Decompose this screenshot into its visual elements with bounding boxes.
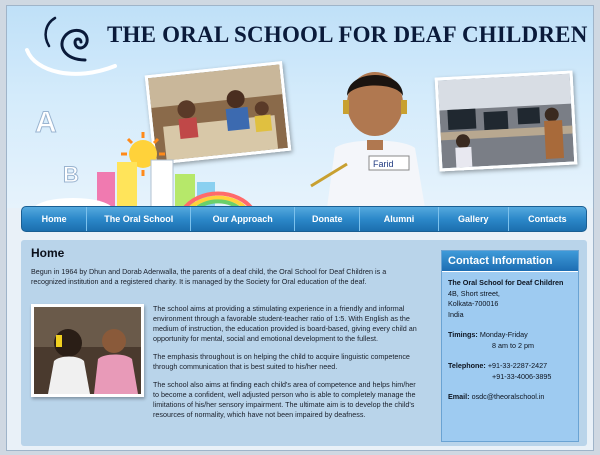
teacher-student-photo (31, 304, 144, 397)
svg-text:B: B (63, 162, 79, 187)
name-tag-text: Farid (373, 159, 394, 169)
computer-lab-photo (434, 70, 578, 172)
contact-sidebar: Contact Information The Oral School for … (441, 250, 579, 442)
address-line: India (448, 309, 464, 319)
email-link[interactable]: osdc@theoralschool.in (472, 392, 545, 401)
page-heading: Home (31, 246, 65, 260)
site-header: THE ORAL SCHOOL FOR DEAF CHILDREN Farid … (7, 6, 593, 210)
nav-item-donate[interactable]: Donate (295, 207, 361, 231)
timings-label: Timings: (448, 330, 478, 339)
main-navigation: Home The Oral School Our Approach Donate… (21, 206, 587, 232)
contact-heading: Contact Information (442, 251, 578, 272)
telephone-number[interactable]: +91-33-2287-2427 (488, 361, 547, 370)
paragraph-competence: The school also aims at finding each chi… (153, 380, 416, 419)
content-area: Home Begun in 1964 by Dhun and Dorab Ade… (21, 240, 587, 446)
page-frame: THE ORAL SCHOOL FOR DEAF CHILDREN Farid … (6, 5, 594, 451)
telephone-label: Telephone: (448, 361, 486, 370)
address-line: Kolkata-700016 (448, 299, 499, 308)
address-line: 4B, Short street, (448, 288, 500, 298)
paragraph-emphasis: The emphasis throughout is on helping th… (153, 352, 410, 371)
contact-org-name: The Oral School for Deaf Children (448, 278, 564, 287)
telephone-number-2[interactable]: +91-33-4006-3895 (448, 372, 572, 383)
timings-days: Monday-Friday (479, 330, 528, 339)
paragraph-aims: The school aims at providing a stimulati… (153, 304, 417, 343)
main-column: Home Begun in 1964 by Dhun and Dorab Ade… (31, 246, 423, 419)
description-paragraphs: The school aims at providing a stimulati… (153, 304, 423, 428)
timings-hours: 8 am to 2 pm (492, 340, 534, 350)
nav-item-our-approach[interactable]: Our Approach (191, 207, 296, 231)
contact-details: The Oral School for Deaf Children 4B, Sh… (442, 272, 578, 409)
nav-item-home[interactable]: Home (22, 207, 88, 231)
nav-item-the-oral-school[interactable]: The Oral School (87, 207, 192, 231)
nav-item-contacts[interactable]: Contacts (509, 207, 586, 231)
intro-paragraph: Begun in 1964 by Dhun and Dorab Adenwall… (31, 267, 387, 286)
student-photo: Farid (310, 72, 425, 208)
svg-text:A: A (35, 106, 57, 139)
site-title: THE ORAL SCHOOL FOR DEAF CHILDREN (107, 22, 588, 47)
illustration-decoration: A B (33, 106, 253, 210)
nav-item-alumni[interactable]: Alumni (360, 207, 439, 231)
nav-item-gallery[interactable]: Gallery (439, 207, 509, 231)
email-label: Email: (448, 392, 470, 401)
